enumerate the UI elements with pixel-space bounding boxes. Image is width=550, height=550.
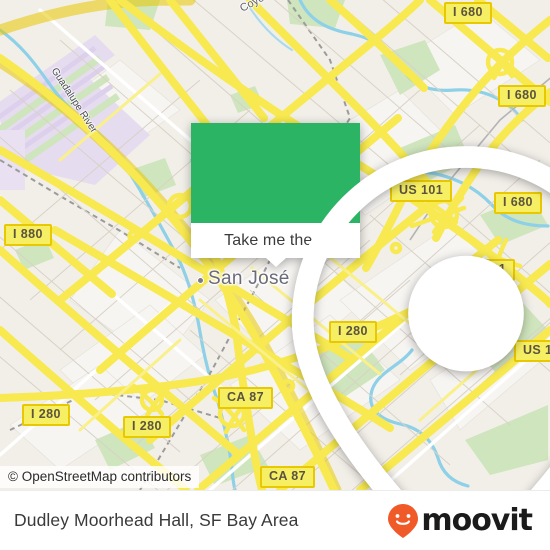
popup-tail — [265, 258, 286, 267]
location-pin-icon — [291, 146, 550, 490]
destination-popup-card[interactable]: Take me there — [191, 123, 550, 490]
popup-pin-area — [191, 123, 550, 490]
map-canvas[interactable]: I 680I 680US 101I 680I 880US 101I 280US … — [0, 0, 550, 490]
osm-attribution[interactable]: © OpenStreetMap contributors — [0, 466, 200, 488]
highway-shield: I 680 — [444, 2, 492, 24]
map-page: I 680I 680US 101I 680I 880US 101I 280US … — [0, 0, 550, 550]
footer-bar: Dudley Moorhead Hall, SF Bay Area moovit — [0, 490, 550, 550]
moovit-smiling-pin-icon — [388, 503, 419, 538]
highway-shield: I 280 — [123, 416, 171, 438]
highway-shield: I 280 — [22, 404, 70, 426]
page-title: Dudley Moorhead Hall, SF Bay Area — [14, 510, 299, 530]
moovit-wordmark: moovit — [421, 502, 533, 538]
highway-shield: I 680 — [498, 85, 546, 107]
moovit-brand[interactable]: moovit — [386, 502, 533, 539]
highway-shield: I 880 — [4, 224, 52, 246]
